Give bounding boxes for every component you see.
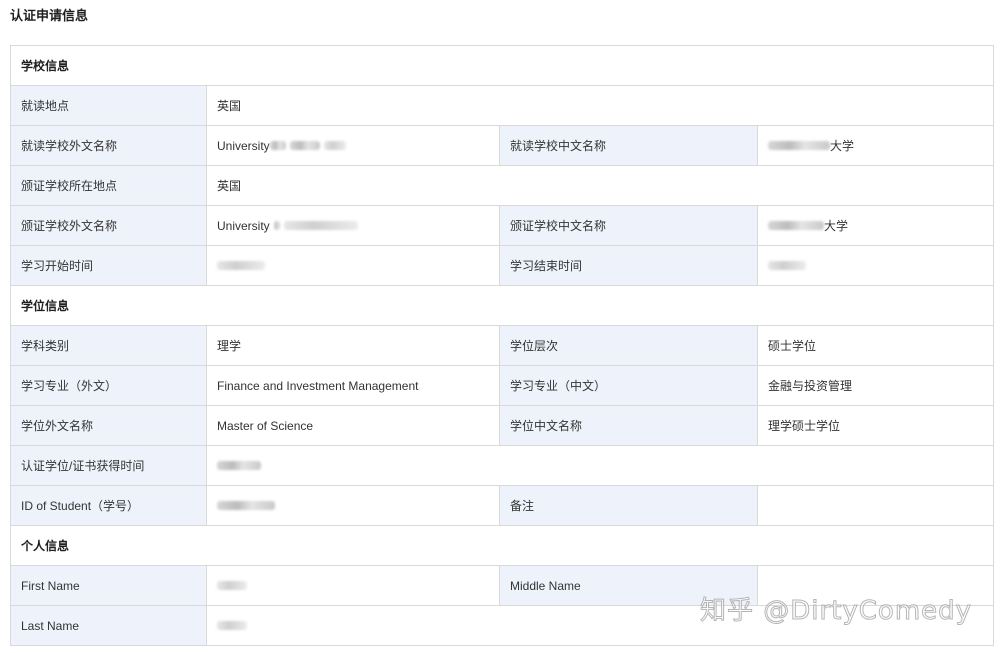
redacted-text (289, 141, 320, 150)
school-foreign-name-label: 就读学校外文名称 (11, 126, 207, 165)
obtained-time-value (207, 446, 993, 485)
student-id-label: ID of Student（学号） (11, 486, 207, 525)
student-id-value (207, 486, 500, 525)
section-personal-info: 个人信息 (11, 526, 993, 566)
row-degree-name: 学位外文名称 Master of Science 学位中文名称 理学硕士学位 (11, 406, 993, 446)
redacted-text (768, 141, 830, 150)
row-study-period: 学习开始时间 学习结束时间 (11, 246, 993, 286)
school-foreign-name-value: University (207, 126, 500, 165)
issuing-location-label: 颁证学校所在地点 (11, 166, 207, 205)
discipline-label: 学科类别 (11, 326, 207, 365)
issuing-chinese-name-suffix: 大学 (824, 219, 849, 233)
row-study-location: 就读地点 英国 (11, 86, 993, 126)
section-degree-info: 学位信息 (11, 286, 993, 326)
redacted-text (217, 501, 275, 510)
row-issuing-school-name: 颁证学校外文名称 University 颁证学校中文名称 大学 (11, 206, 993, 246)
study-location-value: 英国 (217, 99, 242, 113)
school-chinese-name-suffix: 大学 (830, 139, 855, 153)
degree-chinese-label: 学位中文名称 (500, 406, 758, 445)
page-title: 认证申请信息 (10, 8, 89, 23)
row-school-name: 就读学校外文名称 University 就读学校中文名称 大学 (11, 126, 993, 166)
redacted-text (217, 621, 247, 630)
major-chinese-value: 金融与投资管理 (768, 379, 853, 393)
major-chinese-label: 学习专业（中文） (500, 366, 758, 405)
obtained-time-label: 认证学位/证书获得时间 (11, 446, 207, 485)
school-chinese-name-value: 大学 (758, 126, 993, 165)
row-obtained-time: 认证学位/证书获得时间 (11, 446, 993, 486)
redacted-text (768, 221, 824, 230)
school-foreign-name-prefix: University (217, 138, 270, 153)
last-name-label: Last Name (11, 606, 207, 645)
redacted-text (217, 461, 261, 470)
issuing-chinese-name-label: 颁证学校中文名称 (500, 206, 758, 245)
row-issuing-location: 颁证学校所在地点 英国 (11, 166, 993, 206)
issuing-foreign-name-label: 颁证学校外文名称 (11, 206, 207, 245)
major-foreign-value: Finance and Investment Management (207, 366, 500, 405)
major-foreign-label: 学习专业（外文） (11, 366, 207, 405)
row-student-id: ID of Student（学号） 备注 (11, 486, 993, 526)
issuing-location-value: 英国 (217, 179, 242, 193)
redacted-text (217, 581, 247, 590)
degree-foreign-label: 学位外文名称 (11, 406, 207, 445)
degree-foreign-value: Master of Science (207, 406, 500, 445)
remarks-value (758, 486, 993, 525)
application-form: 学校信息 就读地点 英国 就读学校外文名称 University 就读学校中文名… (10, 45, 994, 646)
study-location-label: 就读地点 (11, 86, 207, 125)
redacted-text (283, 221, 358, 230)
watermark: 知乎 @DirtyComedy (699, 596, 973, 627)
redacted-text (273, 221, 280, 230)
redacted-text (217, 261, 265, 270)
redacted-text (323, 141, 346, 150)
degree-level-label: 学位层次 (500, 326, 758, 365)
first-name-value (207, 566, 500, 605)
end-time-value (758, 246, 993, 285)
start-time-label: 学习开始时间 (11, 246, 207, 285)
remarks-label: 备注 (500, 486, 758, 525)
start-time-value (207, 246, 500, 285)
row-discipline: 学科类别 理学 学位层次 硕士学位 (11, 326, 993, 366)
degree-level-value: 硕士学位 (768, 339, 817, 353)
issuing-chinese-name-value: 大学 (758, 206, 993, 245)
first-name-label: First Name (11, 566, 207, 605)
school-chinese-name-label: 就读学校中文名称 (500, 126, 758, 165)
issuing-foreign-name-value: University (207, 206, 500, 245)
row-major: 学习专业（外文） Finance and Investment Manageme… (11, 366, 993, 406)
redacted-text (768, 261, 806, 270)
section-school-info: 学校信息 (11, 46, 993, 86)
redacted-text (269, 141, 286, 150)
issuing-foreign-name-prefix: University (217, 218, 270, 233)
discipline-value: 理学 (207, 326, 500, 365)
degree-chinese-value: 理学硕士学位 (768, 419, 841, 433)
end-time-label: 学习结束时间 (500, 246, 758, 285)
